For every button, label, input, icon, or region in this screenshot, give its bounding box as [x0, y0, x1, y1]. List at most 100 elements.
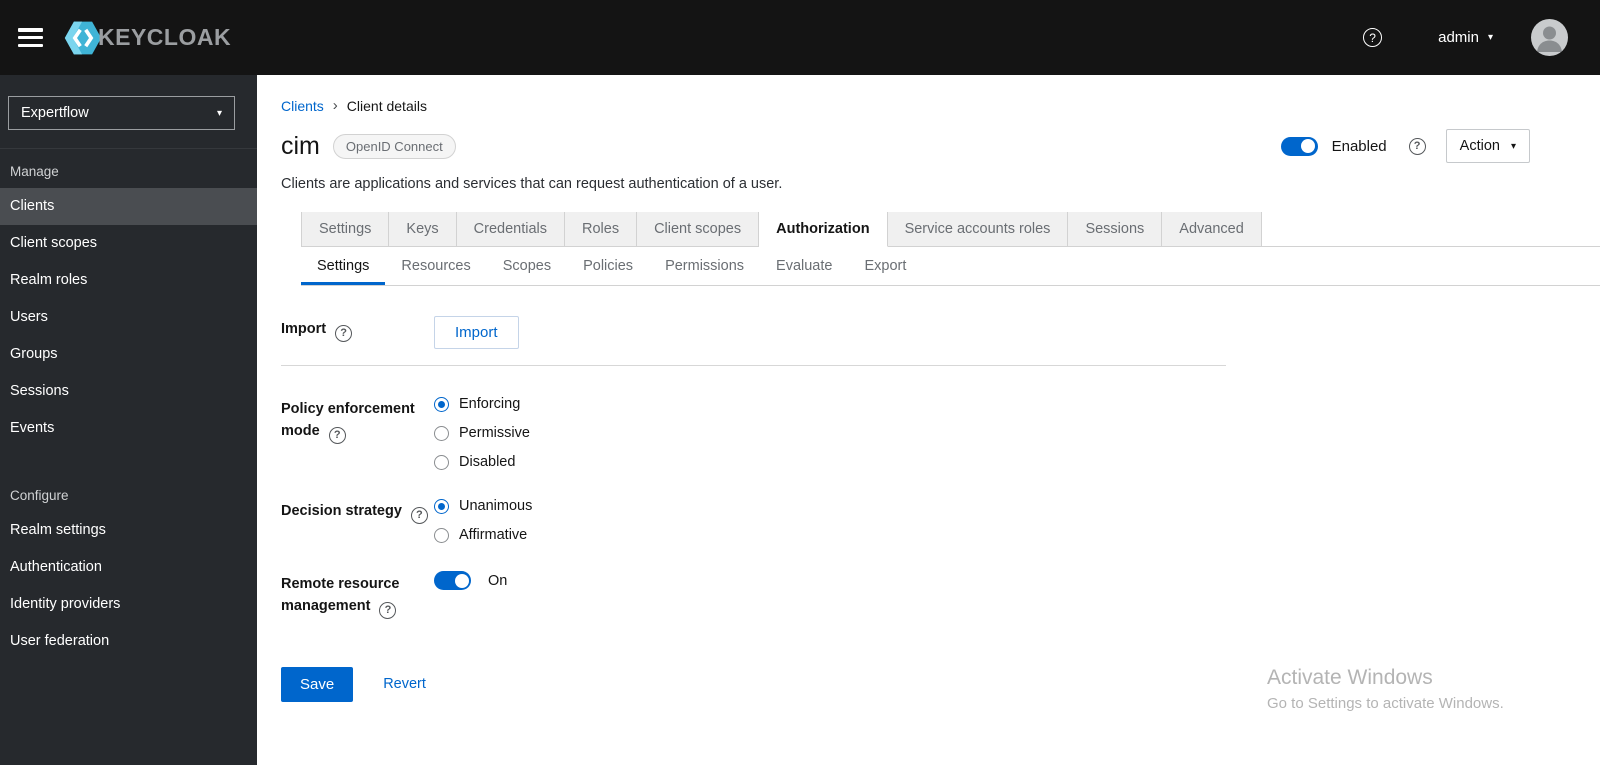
- sidebar-item-authentication[interactable]: Authentication: [0, 549, 257, 586]
- remote-resource-toggle[interactable]: [434, 571, 471, 590]
- radio-label: Enforcing: [459, 396, 521, 412]
- toggle-knob: [1301, 139, 1316, 153]
- sidebar-nav: Expertflow ▾ Manage Clients Client scope…: [0, 75, 257, 765]
- header-right-controls: ? admin ▾: [1363, 19, 1600, 56]
- help-icon[interactable]: ?: [1363, 28, 1383, 47]
- subtab-settings[interactable]: Settings: [301, 247, 386, 286]
- radio-checked-icon: [434, 498, 449, 514]
- hamburger-menu-button[interactable]: [18, 28, 43, 47]
- radio-label: Permissive: [459, 425, 530, 441]
- radio-label: Disabled: [459, 454, 516, 470]
- sidebar-item-sessions[interactable]: Sessions: [0, 373, 257, 410]
- radio-enforcing[interactable]: Enforcing: [434, 396, 1226, 412]
- breadcrumb-link-clients[interactable]: Clients: [281, 98, 324, 114]
- subtab-evaluate[interactable]: Evaluate: [760, 247, 849, 286]
- tab-service-accounts-roles[interactable]: Service accounts roles: [887, 212, 1069, 247]
- user-icon: [1537, 26, 1562, 52]
- protocol-badge: OpenID Connect: [332, 133, 456, 159]
- realm-selector[interactable]: Expertflow ▾: [8, 96, 235, 130]
- username-label: admin: [1438, 29, 1479, 46]
- tab-keys[interactable]: Keys: [389, 212, 457, 247]
- authorization-settings-form: Import ? Import Policy enforcement mode …: [281, 316, 1226, 702]
- breadcrumb-separator-icon: ›: [332, 97, 338, 114]
- keycloak-logo-icon: [63, 18, 103, 58]
- enabled-toggle[interactable]: [1280, 136, 1318, 156]
- page-title: cim: [281, 131, 320, 160]
- save-button[interactable]: Save: [281, 666, 354, 702]
- sidebar-item-clients[interactable]: Clients: [0, 188, 257, 225]
- import-row: Import ? Import: [281, 316, 1226, 349]
- tab-sessions[interactable]: Sessions: [1068, 212, 1163, 247]
- help-icon[interactable]: ?: [335, 324, 353, 342]
- policy-enforcement-row: Policy enforcement mode ? Enforcing Perm…: [281, 396, 1226, 470]
- keycloak-logo[interactable]: KEYCLOAK: [63, 18, 231, 58]
- subtab-export[interactable]: Export: [848, 247, 923, 286]
- realm-name: Expertflow: [21, 105, 89, 121]
- radio-label: Affirmative: [459, 527, 528, 543]
- nav-section-configure: Configure: [10, 488, 69, 503]
- revert-button[interactable]: Revert: [383, 676, 426, 692]
- section-divider: [281, 365, 1226, 366]
- subtab-permissions[interactable]: Permissions: [649, 247, 761, 286]
- tab-client-scopes[interactable]: Client scopes: [637, 212, 760, 247]
- action-dropdown[interactable]: Action ▾: [1445, 129, 1530, 163]
- sidebar-item-client-scopes[interactable]: Client scopes: [0, 225, 257, 262]
- main-tabs: Settings Keys Credentials Roles Client s…: [301, 212, 1600, 247]
- main-content: Clients › Client details cim OpenID Conn…: [257, 75, 1600, 765]
- remote-resource-control: On: [434, 571, 1226, 619]
- breadcrumb: Clients › Client details: [257, 75, 1600, 114]
- sidebar-item-realm-roles[interactable]: Realm roles: [0, 262, 257, 299]
- remote-resource-toggle-row: On: [434, 571, 1226, 590]
- radio-unchecked-icon: [434, 454, 449, 470]
- toggle-knob: [454, 573, 469, 588]
- tab-credentials[interactable]: Credentials: [456, 212, 565, 247]
- import-control: Import: [434, 316, 1226, 349]
- decision-strategy-row: Decision strategy ? Unanimous Affirmativ…: [281, 498, 1226, 543]
- help-icon[interactable]: ?: [1408, 137, 1426, 155]
- radio-unanimous[interactable]: Unanimous: [434, 498, 1226, 514]
- sidebar-item-groups[interactable]: Groups: [0, 336, 257, 373]
- sidebar-item-events[interactable]: Events: [0, 410, 257, 447]
- radio-label: Unanimous: [459, 498, 533, 514]
- radio-disabled[interactable]: Disabled: [434, 454, 1226, 470]
- radio-checked-icon: [434, 396, 449, 412]
- action-label: Action: [1459, 138, 1500, 154]
- help-icon[interactable]: ?: [410, 506, 428, 524]
- policy-enforcement-label-group: Policy enforcement mode ?: [281, 396, 434, 470]
- nav-section-manage: Manage: [10, 164, 59, 179]
- import-button[interactable]: Import: [434, 316, 519, 349]
- tab-settings[interactable]: Settings: [301, 212, 390, 247]
- remote-resource-label-group: Remote resource management ?: [281, 571, 434, 619]
- nav-list-configure: Realm settings Authentication Identity p…: [0, 512, 257, 660]
- sidebar-item-user-federation[interactable]: User federation: [0, 623, 257, 660]
- avatar[interactable]: [1531, 19, 1568, 56]
- remote-resource-row: Remote resource management ? On: [281, 571, 1226, 619]
- policy-enforcement-label: Policy enforcement mode: [281, 401, 415, 439]
- help-icon[interactable]: ?: [379, 601, 397, 619]
- user-menu-dropdown[interactable]: admin ▾: [1438, 29, 1493, 46]
- tab-authorization[interactable]: Authorization: [759, 212, 888, 247]
- radio-affirmative[interactable]: Affirmative: [434, 527, 1226, 543]
- sidebar-item-users[interactable]: Users: [0, 299, 257, 336]
- decision-strategy-label-group: Decision strategy ?: [281, 498, 434, 543]
- toggle-state-label: On: [488, 572, 508, 589]
- decision-strategy-label: Decision strategy: [281, 503, 402, 519]
- import-label-group: Import ?: [281, 316, 434, 349]
- subtab-policies[interactable]: Policies: [567, 247, 650, 286]
- page-title-row: cim OpenID Connect Enabled ? Action ▾: [257, 114, 1600, 163]
- subtab-scopes[interactable]: Scopes: [486, 247, 568, 286]
- realm-selector-wrap: Expertflow ▾: [0, 75, 257, 149]
- policy-enforcement-options: Enforcing Permissive Disabled: [434, 396, 1226, 470]
- chevron-down-icon: ▾: [1510, 140, 1516, 152]
- subtab-resources[interactable]: Resources: [385, 247, 487, 286]
- radio-permissive[interactable]: Permissive: [434, 425, 1226, 441]
- title-left: cim OpenID Connect: [281, 132, 456, 161]
- radio-unchecked-icon: [434, 425, 449, 441]
- chevron-down-icon: ▾: [216, 107, 222, 119]
- help-icon[interactable]: ?: [328, 426, 346, 444]
- tab-roles[interactable]: Roles: [565, 212, 638, 247]
- tab-advanced[interactable]: Advanced: [1162, 212, 1262, 247]
- sidebar-item-realm-settings[interactable]: Realm settings: [0, 512, 257, 549]
- chevron-down-icon: ▾: [1487, 32, 1493, 43]
- sidebar-item-identity-providers[interactable]: Identity providers: [0, 586, 257, 623]
